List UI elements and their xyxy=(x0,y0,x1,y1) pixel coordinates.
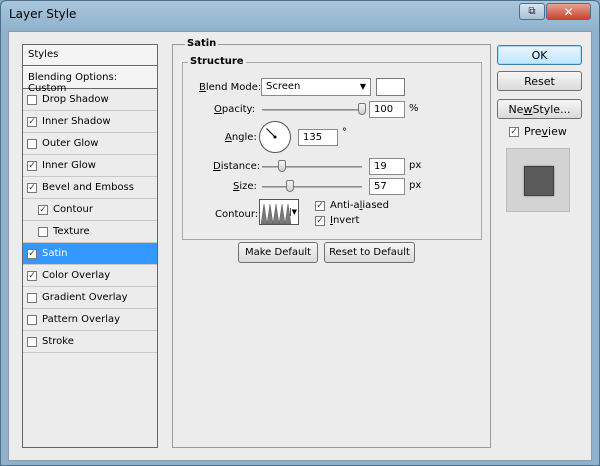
style-item-checkbox[interactable] xyxy=(27,336,37,347)
style-item-label: Outer Glow xyxy=(42,138,99,149)
blend-mode-label: Blend Mode: xyxy=(199,82,262,93)
layer-style-dialog: Layer Style ⧉ ✕ Styles Blending Options:… xyxy=(0,0,600,466)
style-item-label: Gradient Overlay xyxy=(42,292,128,303)
angle-dial[interactable] xyxy=(259,121,291,153)
styles-header[interactable]: Styles xyxy=(23,45,157,66)
style-item-label: Inner Shadow xyxy=(42,116,111,127)
style-item-checkbox[interactable]: ✓ xyxy=(27,160,37,171)
style-item-contour[interactable]: ✓ Contour xyxy=(23,199,157,221)
style-item-outer-glow[interactable]: Outer Glow xyxy=(23,133,157,155)
ok-button[interactable]: OK xyxy=(497,45,582,65)
size-slider-thumb[interactable] xyxy=(286,180,294,192)
style-item-checkbox[interactable] xyxy=(27,314,37,325)
blending-options-item[interactable]: Blending Options: Custom xyxy=(23,66,157,94)
style-item-gradient-overlay[interactable]: Gradient Overlay xyxy=(23,287,157,309)
restore-icon[interactable]: ⧉ xyxy=(519,3,545,20)
distance-slider-track[interactable] xyxy=(262,166,362,168)
opacity-slider-track[interactable] xyxy=(262,109,362,111)
make-default-button[interactable]: Make Default xyxy=(238,242,318,263)
contour-label: Contour: xyxy=(215,209,259,220)
style-item-label: Texture xyxy=(53,226,90,237)
angle-dial-needle xyxy=(266,128,277,139)
style-item-stroke[interactable]: Stroke xyxy=(23,331,157,353)
satin-panel: Satin Structure Blend Mode: Screen ▼ Opa… xyxy=(172,38,491,448)
style-item-checkbox[interactable]: ✓ xyxy=(38,204,48,215)
contour-dropdown-icon[interactable]: ▼ xyxy=(289,208,297,216)
preview-label: Preview xyxy=(524,125,567,138)
blend-color-swatch[interactable] xyxy=(376,78,405,96)
opacity-unit: % xyxy=(409,103,419,114)
distance-input[interactable]: 19 xyxy=(369,158,405,175)
contour-picker[interactable]: ▼ xyxy=(259,199,299,225)
dropdown-arrow-icon: ▼ xyxy=(359,82,366,91)
opacity-slider-thumb[interactable] xyxy=(358,103,366,115)
size-label: Size: xyxy=(233,181,257,192)
style-item-label: Inner Glow xyxy=(42,160,96,171)
style-item-checkbox[interactable] xyxy=(27,138,37,149)
style-item-color-overlay[interactable]: ✓ Color Overlay xyxy=(23,265,157,287)
style-item-checkbox[interactable]: ✓ xyxy=(27,116,37,127)
blend-mode-select[interactable]: Screen ▼ xyxy=(261,78,371,96)
style-item-inner-glow[interactable]: ✓ Inner Glow xyxy=(23,155,157,177)
style-item-label: Pattern Overlay xyxy=(42,314,121,325)
angle-unit: ° xyxy=(342,127,347,138)
style-item-checkbox[interactable]: ✓ xyxy=(27,248,37,259)
invert-option[interactable]: ✓ Invert xyxy=(315,215,359,226)
invert-label: Invert xyxy=(330,215,360,226)
style-item-checkbox[interactable]: ✓ xyxy=(27,182,37,193)
style-item-checkbox[interactable] xyxy=(27,94,37,105)
size-unit: px xyxy=(409,180,422,191)
satin-group-title: Satin xyxy=(185,38,219,49)
reset-to-default-button[interactable]: Reset to Default xyxy=(324,242,415,263)
style-item-label: Contour xyxy=(53,204,93,215)
style-items: Drop Shadow ✓ Inner Shadow Outer Glow ✓ Inner… xyxy=(23,89,157,353)
style-item-inner-shadow[interactable]: ✓ Inner Shadow xyxy=(23,111,157,133)
style-item-checkbox[interactable] xyxy=(38,226,48,237)
size-input[interactable]: 57 xyxy=(369,178,405,195)
preview-option[interactable]: ✓ Preview xyxy=(509,125,567,138)
style-item-label: Stroke xyxy=(42,336,74,347)
window-title: Layer Style xyxy=(9,7,77,21)
title-bar[interactable]: Layer Style ⧉ ✕ xyxy=(1,1,599,29)
dialog-client-area: Styles Blending Options: Custom Drop Sha… xyxy=(8,31,592,461)
anti-aliased-checkbox[interactable]: ✓ xyxy=(315,200,325,211)
style-item-satin[interactable]: ✓ Satin xyxy=(23,243,157,265)
style-item-label: Bevel and Emboss xyxy=(42,182,134,193)
distance-label: Distance: xyxy=(213,161,261,172)
close-icon[interactable]: ✕ xyxy=(546,3,591,20)
style-preview xyxy=(506,148,570,212)
preview-checkbox[interactable]: ✓ xyxy=(509,126,519,137)
new-style-button[interactable]: Ne w Style... xyxy=(497,99,582,119)
anti-aliased-label: Anti-aliased xyxy=(330,200,390,211)
angle-input[interactable]: 135 xyxy=(298,129,338,146)
reset-button[interactable]: Reset xyxy=(497,71,582,91)
style-item-label: Satin xyxy=(42,248,68,259)
distance-slider-thumb[interactable] xyxy=(278,160,286,172)
style-item-pattern-overlay[interactable]: Pattern Overlay xyxy=(23,309,157,331)
style-item-label: Color Overlay xyxy=(42,270,111,281)
size-slider-track[interactable] xyxy=(262,186,362,188)
styles-list: Styles Blending Options: Custom Drop Sha… xyxy=(22,44,158,448)
opacity-input[interactable]: 100 xyxy=(369,101,405,118)
style-item-checkbox[interactable] xyxy=(27,292,37,303)
angle-label: Angle: xyxy=(225,132,257,143)
style-item-label: Drop Shadow xyxy=(42,94,109,105)
anti-aliased-option[interactable]: ✓ Anti-aliased xyxy=(315,200,389,211)
blend-mode-value: Screen xyxy=(266,81,301,92)
distance-unit: px xyxy=(409,160,422,171)
contour-preview-icon xyxy=(261,203,291,224)
style-item-checkbox[interactable]: ✓ xyxy=(27,270,37,281)
invert-checkbox[interactable]: ✓ xyxy=(315,215,325,226)
style-item-texture[interactable]: Texture xyxy=(23,221,157,243)
opacity-label: Opacity: xyxy=(214,104,256,115)
style-item-bevel-and-emboss[interactable]: ✓ Bevel and Emboss xyxy=(23,177,157,199)
structure-group-title: Structure xyxy=(188,56,246,67)
style-preview-swatch xyxy=(524,166,554,196)
